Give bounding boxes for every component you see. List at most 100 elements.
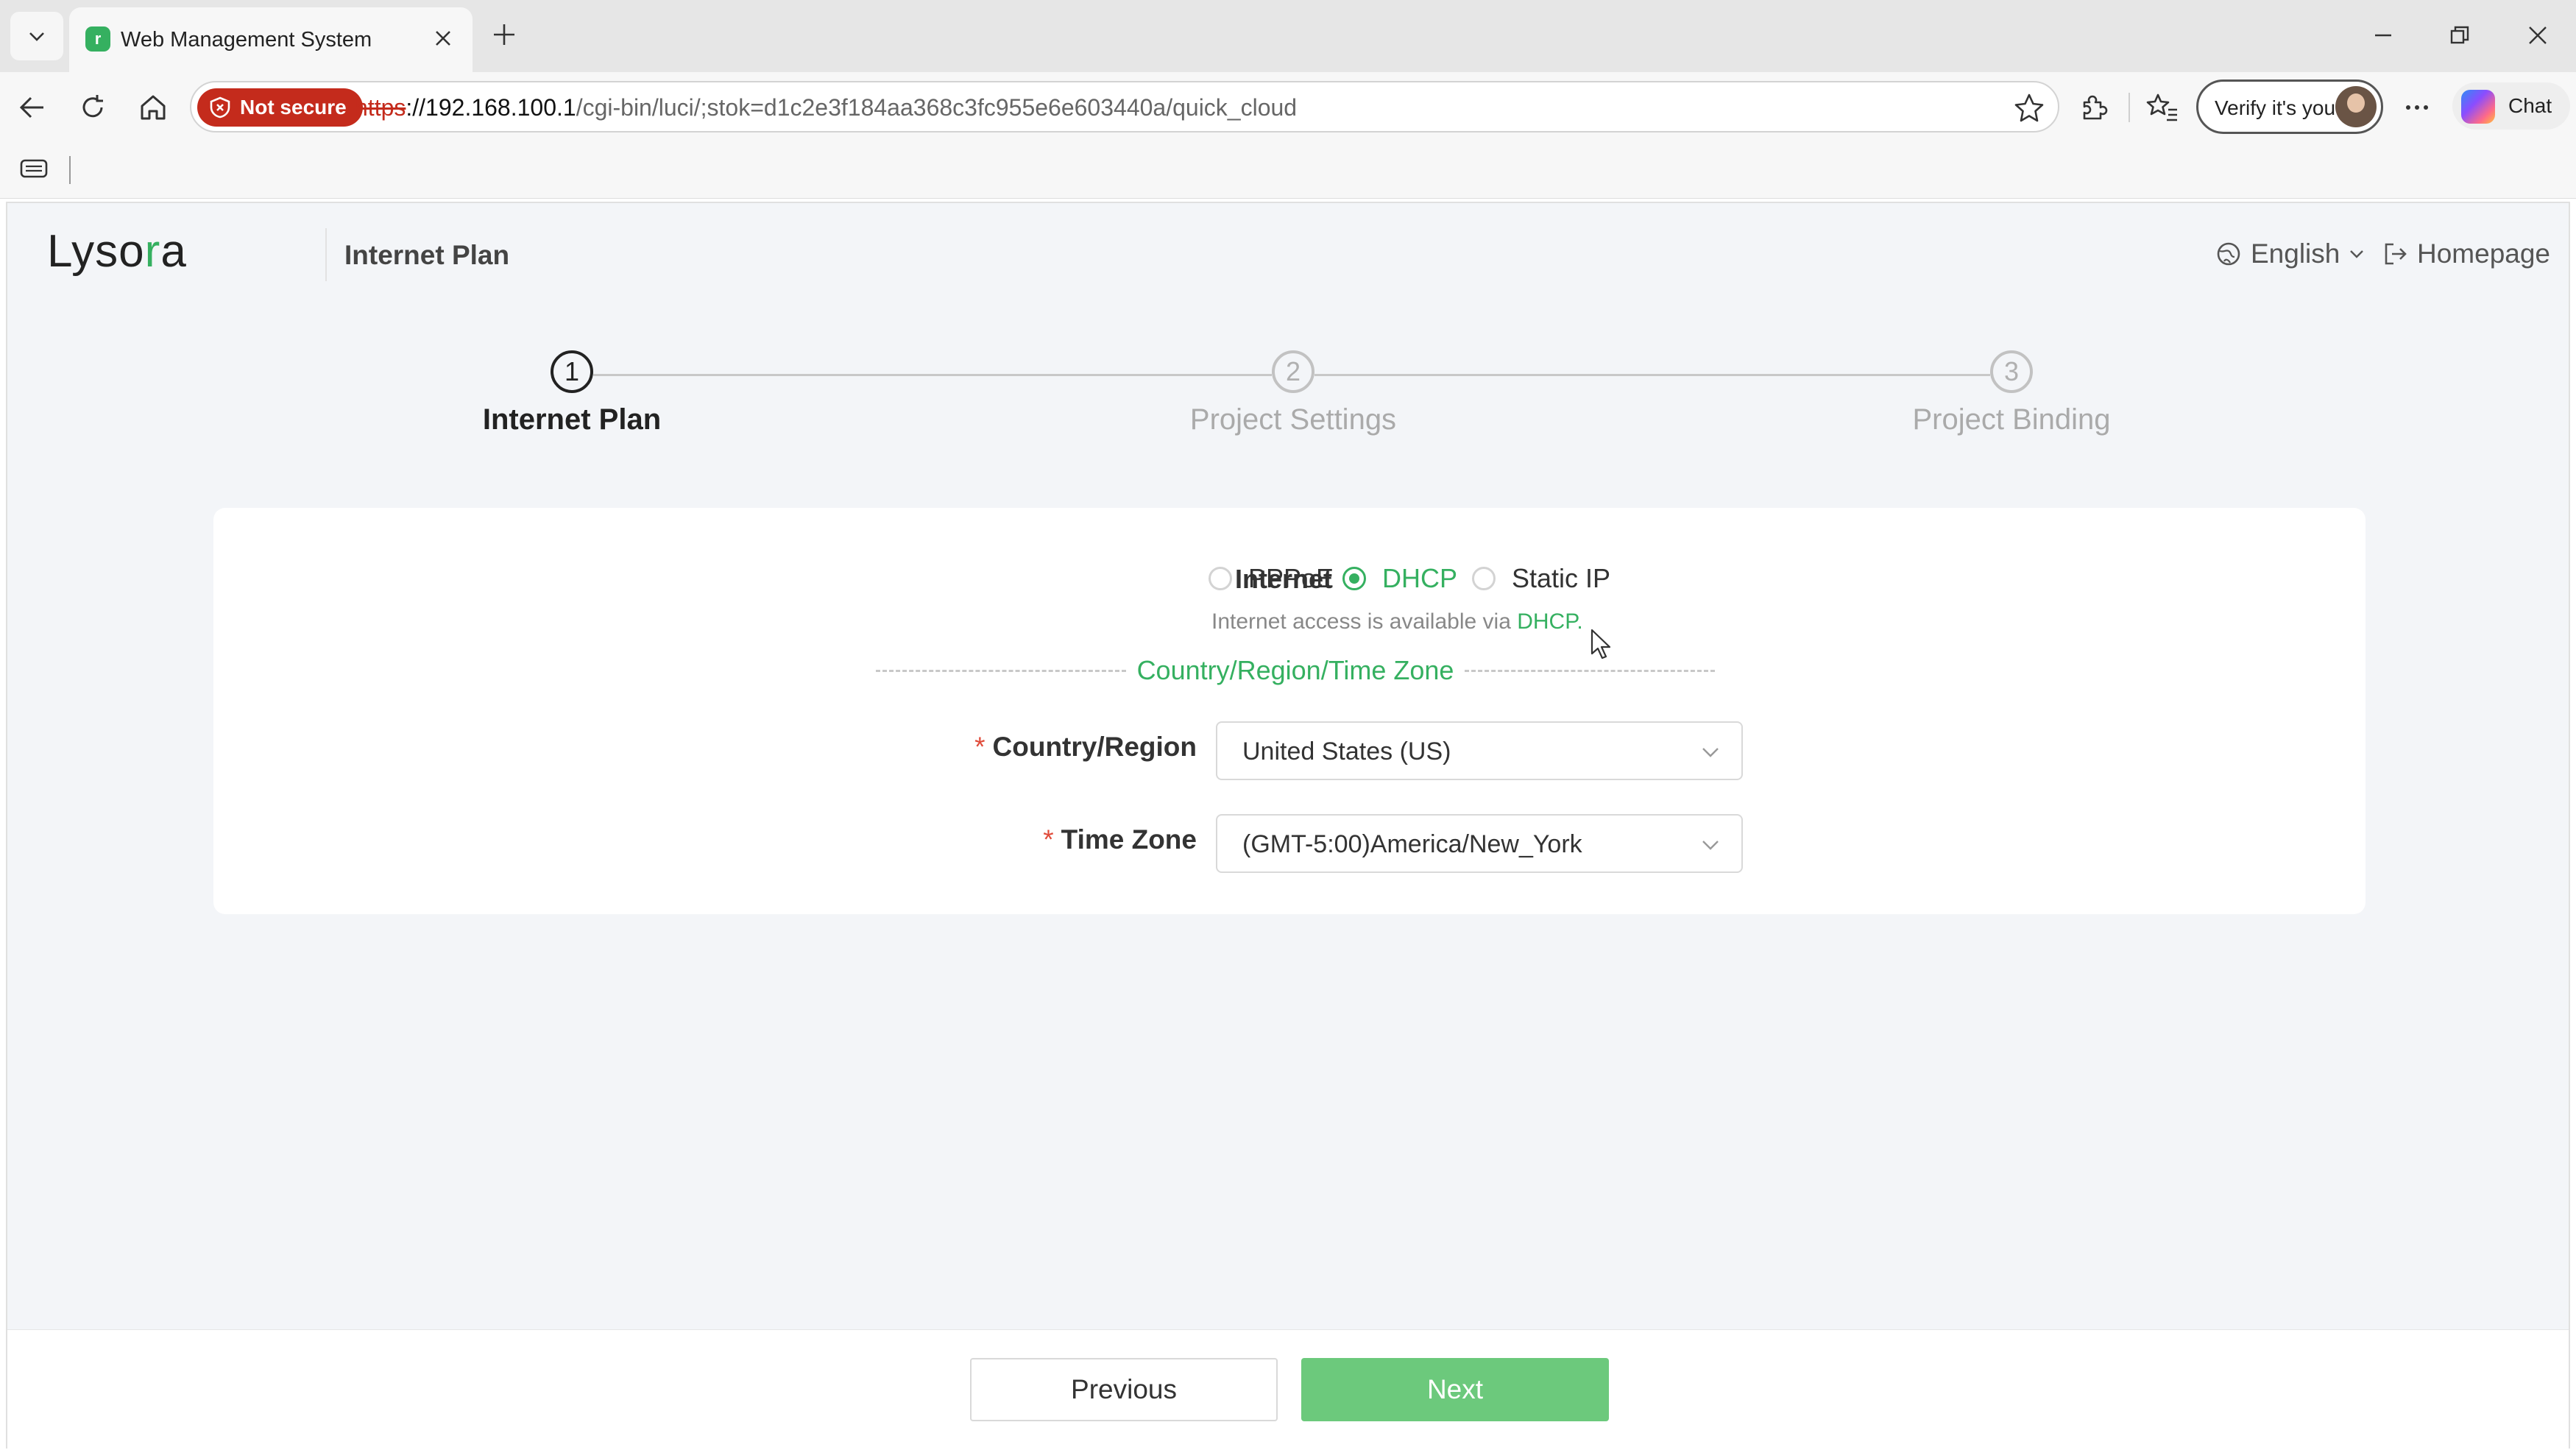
step-number: 1: [551, 350, 593, 393]
globe-icon: [2217, 242, 2240, 266]
browser-tabstrip: r Web Management System: [0, 0, 2576, 72]
minimize-window-button[interactable]: [2361, 15, 2405, 56]
section-title: Country/Region/Time Zone: [1136, 655, 1454, 685]
timezone-label: * Time Zone: [949, 824, 1197, 855]
site-favicon-icon: r: [85, 26, 110, 52]
language-selector[interactable]: English: [2215, 238, 2375, 269]
timezone-select[interactable]: (GMT-5:00)America/New_York: [1216, 814, 1743, 873]
dashed-line: [1465, 670, 1715, 672]
chevron-down-icon: [2350, 250, 2364, 258]
country-row: * Country/Region United States (US): [213, 721, 2366, 780]
url-protocol: https: [355, 94, 406, 121]
url-text: https://192.168.100.1/cgi-bin/luci/;stok…: [355, 94, 1297, 121]
bookmark-folder-icon[interactable]: [19, 156, 49, 181]
brand-logo: Lysora: [47, 225, 187, 277]
security-indicator-button[interactable]: Not secure: [197, 88, 363, 127]
internet-type-row: Internet PPPoE DHCP Static IP: [213, 559, 2366, 598]
plus-icon: [494, 24, 514, 45]
security-label: Not secure: [240, 96, 347, 119]
step-internet-plan: 1 Internet Plan: [351, 350, 793, 436]
web-page: Lysora Internet Plan English Homepage 1 …: [6, 202, 2570, 1450]
app-header: Lysora Internet Plan English Homepage: [7, 203, 2569, 306]
logo-suffix: a: [160, 226, 187, 277]
radio-label: Static IP: [1512, 563, 1611, 593]
country-select-value: United States (US): [1242, 738, 1451, 765]
next-button[interactable]: Next: [1301, 1358, 1609, 1421]
favorite-star-icon[interactable]: [2012, 91, 2046, 125]
internet-plan-card: Internet PPPoE DHCP Static IP Internet a…: [213, 508, 2366, 914]
close-icon: [2529, 26, 2547, 44]
address-bar[interactable]: Not secure https://192.168.100.1/cgi-bin…: [190, 81, 2059, 132]
radio-pppoe[interactable]: PPPoE: [1209, 559, 1334, 598]
tab-title: Web Management System: [121, 28, 372, 52]
back-arrow-icon: [19, 96, 43, 119]
profile-verify-label: Verify it's you: [2215, 96, 2336, 119]
language-label: English: [2251, 238, 2340, 269]
favorites-list-icon: [2146, 93, 2177, 121]
favorites-button[interactable]: [2143, 88, 2182, 127]
close-window-button[interactable]: [2516, 15, 2560, 56]
radio-label: PPPoE: [1248, 563, 1334, 593]
tab-list-dropdown-button[interactable]: [10, 12, 63, 60]
required-mark: *: [974, 732, 986, 762]
reload-icon: [82, 95, 103, 118]
chevron-down-icon: [29, 32, 44, 41]
toolbar-divider: [2129, 93, 2130, 122]
homepage-label: Homepage: [2417, 238, 2551, 269]
extensions-button[interactable]: [2074, 88, 2112, 127]
copilot-icon: [2461, 90, 2495, 124]
section-divider: Country/Region/Time Zone: [876, 652, 1715, 689]
hint-prefix: Internet access is available via: [1211, 609, 1518, 634]
mouse-cursor-icon: [1590, 629, 1611, 659]
radio-static-ip[interactable]: Static IP: [1472, 559, 1610, 598]
logo-prefix: Lyso: [47, 226, 145, 277]
step-project-settings: 2 Project Settings: [1072, 350, 1514, 436]
copilot-label: Chat: [2508, 94, 2552, 117]
step-label: Internet Plan: [482, 403, 662, 436]
step-label: Project Settings: [1189, 403, 1397, 436]
bookmarks-divider: [69, 156, 71, 184]
home-button[interactable]: [134, 88, 172, 127]
restore-window-button[interactable]: [2438, 15, 2482, 56]
radio-label: DHCP: [1382, 563, 1458, 593]
dashed-line: [876, 670, 1126, 672]
country-select[interactable]: United States (US): [1216, 721, 1743, 780]
hint-accent: DHCP.: [1517, 609, 1583, 634]
exit-icon: [2385, 243, 2407, 265]
radio-dhcp[interactable]: DHCP: [1342, 559, 1457, 598]
step-number: 3: [1990, 350, 2033, 393]
profile-verify-button[interactable]: Verify it's you: [2196, 79, 2383, 134]
timezone-select-value: (GMT-5:00)America/New_York: [1242, 830, 1582, 858]
timezone-label-text: Time Zone: [1061, 824, 1197, 855]
tab-close-button[interactable]: [428, 24, 458, 53]
minimize-icon: [2375, 34, 2391, 37]
url-path: /cgi-bin/luci/;stok=d1c2e3f184aa368c3fc9…: [576, 94, 1298, 121]
profile-avatar: [2335, 86, 2377, 127]
copilot-chat-button[interactable]: Chat: [2452, 82, 2570, 130]
shield-warning-icon: [210, 96, 230, 119]
country-label: * Country/Region: [949, 732, 1197, 763]
puzzle-icon: [2083, 95, 2108, 120]
previous-button[interactable]: Previous: [970, 1358, 1278, 1421]
page-title: Internet Plan: [344, 240, 510, 270]
homepage-link[interactable]: Homepage: [2382, 238, 2550, 269]
step-project-binding: 3 Project Binding: [1791, 350, 2232, 436]
back-button[interactable]: [13, 88, 52, 127]
reload-button[interactable]: [74, 88, 112, 127]
browser-toolbar: Not secure https://192.168.100.1/cgi-bin…: [0, 72, 2576, 141]
settings-more-button[interactable]: [2398, 88, 2436, 127]
new-tab-button[interactable]: [486, 16, 523, 53]
chevron-down-icon: [1702, 841, 1719, 850]
home-icon: [141, 95, 166, 120]
radio-circle: [1472, 567, 1496, 590]
url-host: ://192.168.100.1: [406, 94, 576, 121]
wizard-steps: 1 Internet Plan 2 Project Settings 3 Pro…: [7, 350, 2569, 468]
wizard-footer: Previous Next: [7, 1329, 2569, 1450]
radio-circle: [1209, 567, 1232, 590]
more-horizontal-icon: [2406, 105, 2428, 110]
logo-accent: r: [144, 226, 161, 277]
bookmarks-bar: [0, 141, 2576, 199]
country-label-text: Country/Region: [992, 732, 1197, 762]
browser-tab-active[interactable]: r Web Management System: [69, 7, 473, 72]
header-divider: [325, 228, 327, 281]
